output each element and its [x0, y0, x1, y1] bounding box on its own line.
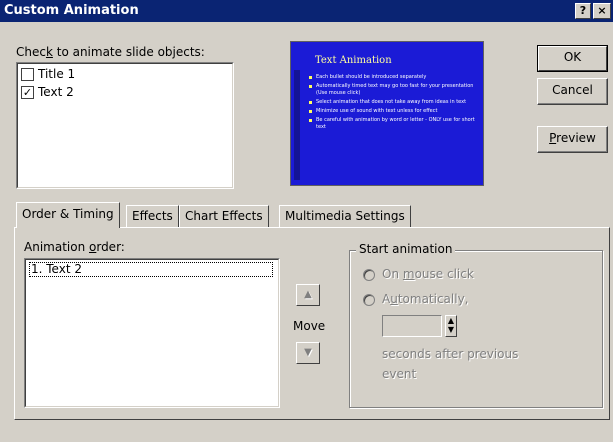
animation-order-label: Animation order:: [24, 240, 125, 254]
slide-bullet: Select animation that does not take away…: [309, 99, 479, 106]
slide-bullet: Minimize use of sound with text unless f…: [309, 108, 479, 115]
help-button[interactable]: ?: [575, 3, 591, 19]
tab-multimedia-settings[interactable]: Multimedia Settings: [279, 205, 411, 227]
object-item-label: Text 2: [38, 85, 74, 99]
animate-objects-label: Check to animate slide objects:: [16, 45, 205, 59]
seconds-after-label: seconds after previous: [382, 347, 519, 361]
seconds-input[interactable]: [382, 315, 442, 337]
slide-bullets: Each bullet should be introduced separat…: [309, 74, 479, 133]
slide-preview: Text Animation Each bullet should be int…: [290, 41, 484, 186]
tab-effects[interactable]: Effects: [126, 205, 179, 227]
title-bar[interactable]: Custom Animation ? ×: [0, 0, 613, 22]
on-mouse-click-radio[interactable]: [363, 269, 375, 281]
animate-objects-list[interactable]: Title 1 ✓ Text 2: [16, 62, 234, 189]
window-title: Custom Animation: [4, 3, 139, 18]
tab-label: Chart Effects: [185, 209, 263, 223]
custom-animation-dialog: Custom Animation ? × Check to animate sl…: [0, 0, 613, 442]
text-2-checkbox[interactable]: ✓: [21, 86, 34, 99]
ok-button[interactable]: OK: [537, 45, 608, 72]
start-animation-group-label: Start animation: [356, 242, 456, 256]
preview-button[interactable]: Preview: [537, 126, 608, 153]
slide-bullet: Be careful with animation by word or let…: [309, 117, 479, 131]
move-up-button[interactable]: ▲: [296, 284, 320, 306]
title-1-checkbox[interactable]: [21, 68, 34, 81]
slide-bullet: Each bullet should be introduced separat…: [309, 74, 479, 81]
cancel-button[interactable]: Cancel: [537, 78, 608, 105]
cancel-label: Cancel: [552, 83, 593, 97]
seconds-spinner[interactable]: ▲ ▼: [445, 315, 457, 337]
on-mouse-click-label: On mouse click: [382, 267, 474, 281]
tab-order-timing[interactable]: Order & Timing: [16, 202, 120, 228]
slide-bullet: Automatically timed text may go too fast…: [309, 83, 479, 97]
slide-accent-stripe: [294, 70, 300, 180]
move-down-button[interactable]: ▼: [296, 342, 320, 364]
automatically-radio[interactable]: [363, 294, 375, 306]
seconds-after-label-line2: event: [382, 367, 417, 381]
tab-chart-effects[interactable]: Chart Effects: [179, 205, 269, 227]
tab-label: Effects: [132, 209, 173, 223]
close-button[interactable]: ×: [593, 3, 611, 19]
tab-label: Order & Timing: [22, 207, 114, 221]
slide-title: Text Animation: [315, 55, 392, 66]
animation-order-list[interactable]: 1. Text 2: [24, 258, 280, 408]
preview-label: Preview: [549, 131, 596, 145]
animation-order-item[interactable]: 1. Text 2: [29, 262, 273, 277]
move-label: Move: [293, 319, 326, 333]
ok-label: OK: [563, 50, 582, 64]
object-item-label: Title 1: [38, 67, 76, 81]
automatically-label: Automatically,: [382, 292, 469, 306]
tab-label: Multimedia Settings: [285, 209, 405, 223]
